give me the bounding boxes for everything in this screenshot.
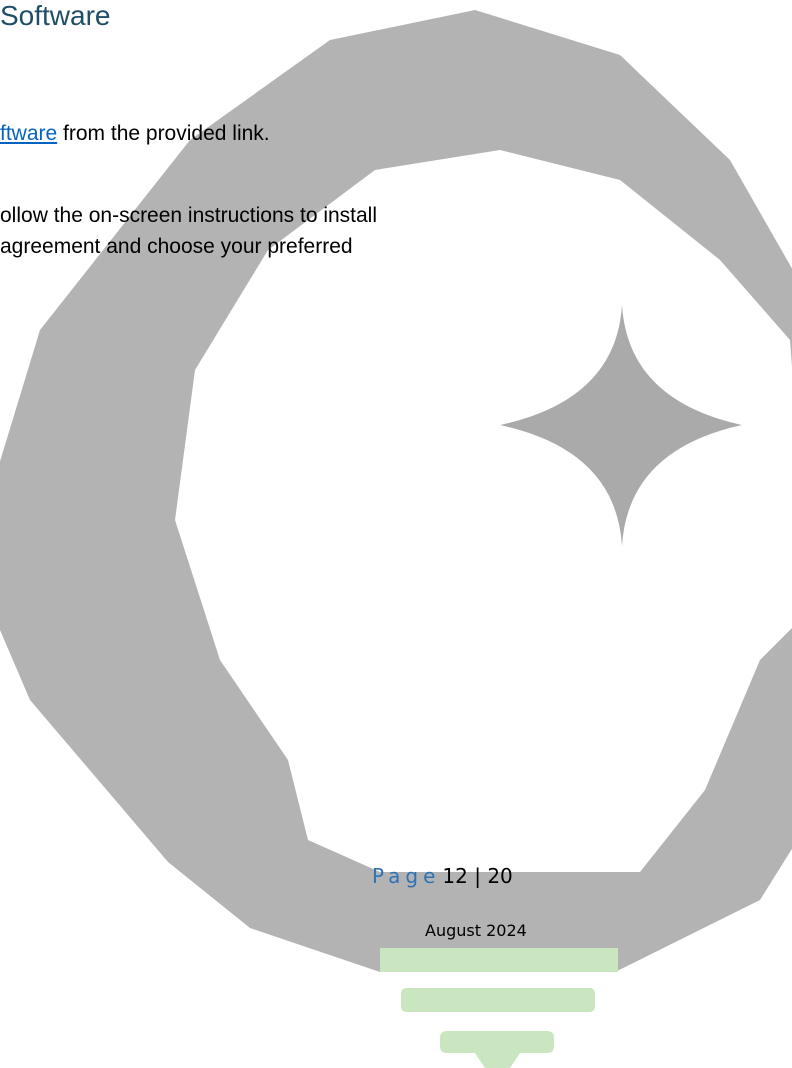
software-download-link[interactable]: ftware — [0, 122, 57, 145]
bulb-base-tip — [440, 1031, 554, 1068]
page-label: Page — [372, 864, 441, 888]
bulb-base-bar-1 — [380, 948, 618, 972]
download-instruction: ftware from the provided link. — [0, 121, 270, 146]
footer-date: August 2024 — [425, 921, 527, 940]
sparkle-icon — [500, 305, 742, 546]
bulb-base-bar-2 — [401, 988, 595, 1012]
install-instruction-line-1: ollow the on-screen instructions to inst… — [0, 204, 378, 227]
bulb-outline-shape — [0, 10, 792, 972]
install-instruction-line-2: agreement and choose your preferred — [0, 235, 353, 258]
page-value: 12 | 20 — [442, 864, 513, 888]
download-instruction-text: from the provided link. — [57, 122, 270, 145]
page-number: Page 12 | 20 — [372, 864, 513, 888]
section-heading: Software — [0, 0, 111, 31]
lightbulb-watermark-icon — [0, 10, 792, 1068]
